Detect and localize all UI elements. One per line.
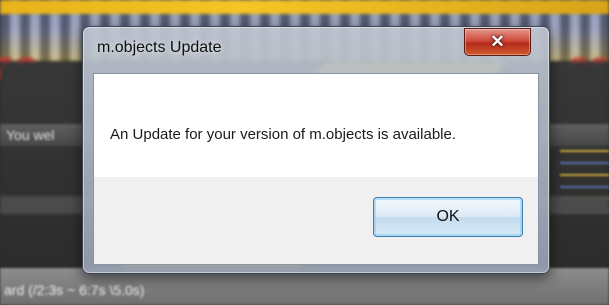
background-track-label: You wel (6, 127, 55, 143)
update-message: An Update for your version of m.objects … (110, 126, 457, 143)
dialog-title: m.objects Update (97, 39, 222, 56)
dialog-titlebar[interactable]: m.objects Update ✕ (83, 27, 549, 67)
background-status-text: ard (/2:3s ~ 6:7s \5.0s) (4, 282, 145, 298)
dialog-client-area: An Update for your version of m.objects … (93, 73, 539, 265)
close-button[interactable]: ✕ (464, 28, 531, 56)
dialog-message-panel: An Update for your version of m.objects … (94, 74, 538, 177)
background-yellow-bar (0, 0, 609, 14)
ok-button[interactable]: OK (373, 197, 523, 237)
close-icon: ✕ (490, 32, 505, 51)
update-dialog: m.objects Update ✕ An Update for your ve… (82, 26, 550, 274)
